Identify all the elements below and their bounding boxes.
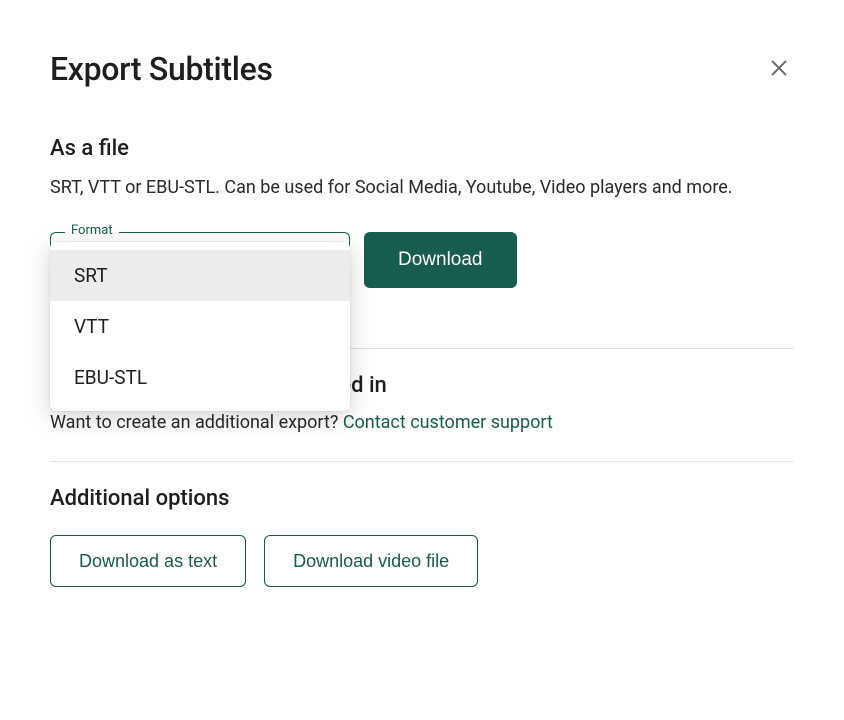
- download-button[interactable]: Download: [364, 232, 517, 288]
- additional-options-heading: Additional options: [50, 486, 794, 511]
- download-video-file-button[interactable]: Download video file: [264, 535, 478, 587]
- format-dropdown: SRT VTT EBU-STL: [50, 242, 350, 411]
- burned-section-description: Want to create an additional export? Con…: [50, 412, 794, 433]
- format-option-ebu-stl[interactable]: EBU-STL: [50, 352, 350, 403]
- contact-support-link[interactable]: Contact customer support: [343, 412, 553, 433]
- format-option-srt[interactable]: SRT: [50, 250, 350, 301]
- format-option-vtt[interactable]: VTT: [50, 301, 350, 352]
- file-section-heading: As a file: [50, 136, 794, 161]
- burned-description-text: Want to create an additional export?: [50, 412, 343, 433]
- close-button[interactable]: [764, 53, 794, 86]
- dialog-title: Export Subtitles: [50, 50, 273, 88]
- section-divider: [50, 461, 794, 462]
- format-select-label: Format: [65, 223, 119, 238]
- download-as-text-button[interactable]: Download as text: [50, 535, 246, 587]
- close-icon: [768, 57, 790, 82]
- file-section-description: SRT, VTT or EBU-STL. Can be used for Soc…: [50, 175, 794, 200]
